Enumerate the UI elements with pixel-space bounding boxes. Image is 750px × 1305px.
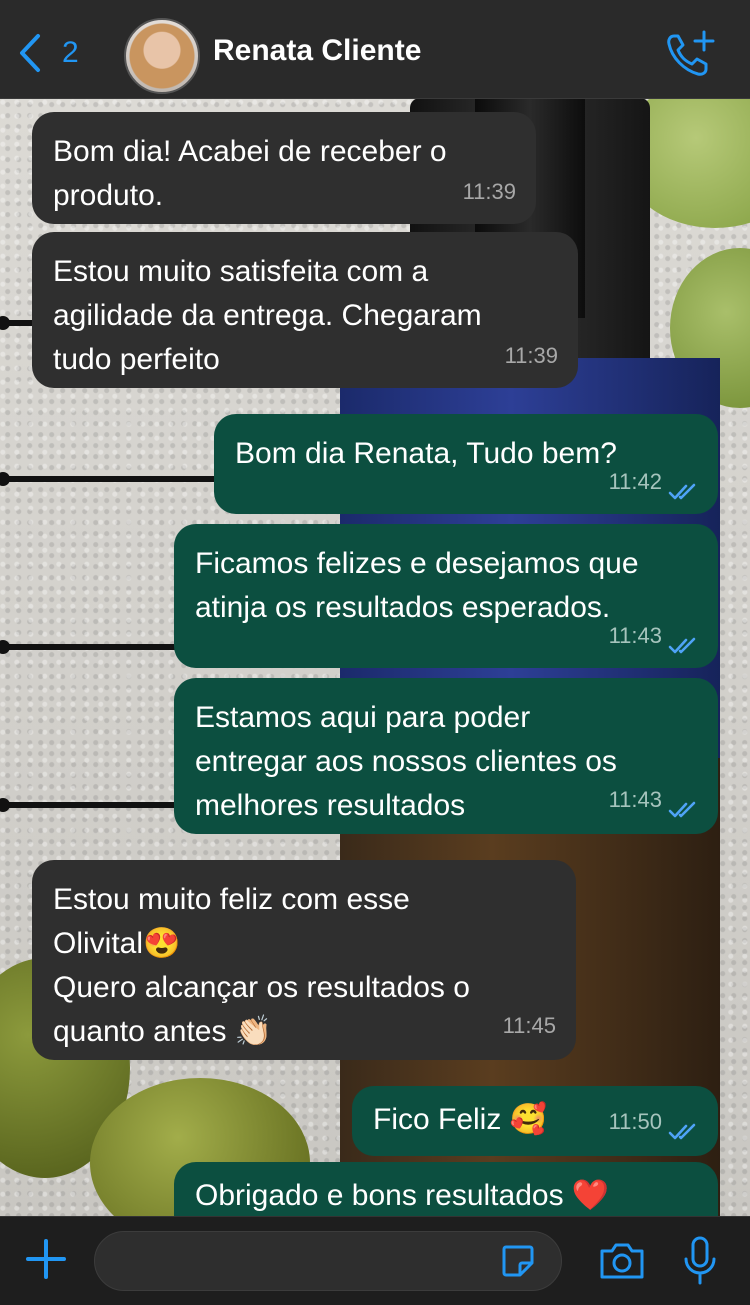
message-time: 11:43 [608,787,662,812]
message-text: Obrigado e bons resultados ❤️ [195,1174,609,1218]
message-line: Olivital😍 [53,927,181,960]
add-call-icon[interactable] [664,28,716,80]
message-line: Fico Feliz 🥰 [373,1103,548,1136]
message-time: 11:39 [462,179,516,204]
outgoing-message[interactable]: Estamos aqui para poder entregar aos noss… [174,678,718,834]
message-line: Estamos aqui para poder [195,701,531,734]
microphone-icon[interactable] [682,1235,718,1287]
message-line: Bom dia Renata, Tudo bem? [235,437,617,470]
incoming-message[interactable]: Estou muito satisfeita com a agilidade da… [32,232,578,388]
chevron-left-icon [20,34,40,72]
read-receipt-icon [668,637,696,654]
message-line: agilidade da entrega. Chegaram [53,299,482,332]
message-line: Obrigado e bons resultados ❤️ [195,1179,610,1212]
message-text: Bom dia! Acabei de receber o produto. [53,130,447,218]
message-time: 11:43 [608,623,662,648]
message-line: Quero alcançar os resultados o [53,971,470,1004]
incoming-message[interactable]: Estou muito feliz com esse Olivital😍 Quero… [32,860,576,1060]
message-time: 11:39 [504,343,558,368]
message-text: Estamos aqui para poder entregar aos noss… [195,696,617,828]
message-line: tudo perfeito [53,343,220,376]
message-text: Bom dia Renata, Tudo bem? [235,432,617,476]
message-line: melhores resultados [195,789,466,822]
outgoing-message[interactable]: Bom dia Renata, Tudo bem? 11:42 [214,414,718,514]
camera-icon[interactable] [598,1241,646,1281]
sticker-icon[interactable] [500,1243,536,1279]
message-line: Estou muito satisfeita com a [53,255,429,288]
composer-bar [0,1216,750,1305]
back-button[interactable]: 2 [14,30,84,76]
message-line: Ficamos felizes e desejamos que [195,547,639,580]
read-receipt-icon [668,801,696,818]
message-line: Bom dia! Acabei de receber o [53,135,447,168]
message-line: produto. [53,179,164,212]
contact-avatar[interactable] [124,18,200,94]
message-text: Estou muito satisfeita com a agilidade da… [53,250,482,382]
message-time: 11:42 [608,469,662,494]
message-input[interactable] [94,1231,562,1291]
message-text: Estou muito feliz com esse Olivital😍 Quero… [53,878,470,1054]
unread-count: 2 [62,36,79,69]
plus-icon[interactable] [24,1237,68,1281]
read-receipt-icon [668,483,696,500]
read-receipt-icon [668,1123,696,1140]
message-line: Estou muito feliz com esse [53,883,410,916]
message-line: entregar aos nossos clientes os [195,745,617,778]
outgoing-message[interactable]: Ficamos felizes e desejamos que atinja os… [174,524,718,668]
message-time: 11:45 [502,1013,556,1038]
message-line: atinja os resultados esperados. [195,591,611,624]
message-text: Fico Feliz 🥰 [373,1098,547,1142]
message-time: 11:50 [608,1109,662,1134]
chat-header: 2 Renata Cliente [0,0,750,99]
incoming-message[interactable]: Bom dia! Acabei de receber o produto. 11:3… [32,112,536,224]
message-text: Ficamos felizes e desejamos que atinja os… [195,542,639,630]
contact-name[interactable]: Renata Cliente [213,34,421,68]
message-line: quanto antes 👏🏻 [53,1015,273,1048]
outgoing-message[interactable]: Fico Feliz 🥰 11:50 [352,1086,718,1156]
